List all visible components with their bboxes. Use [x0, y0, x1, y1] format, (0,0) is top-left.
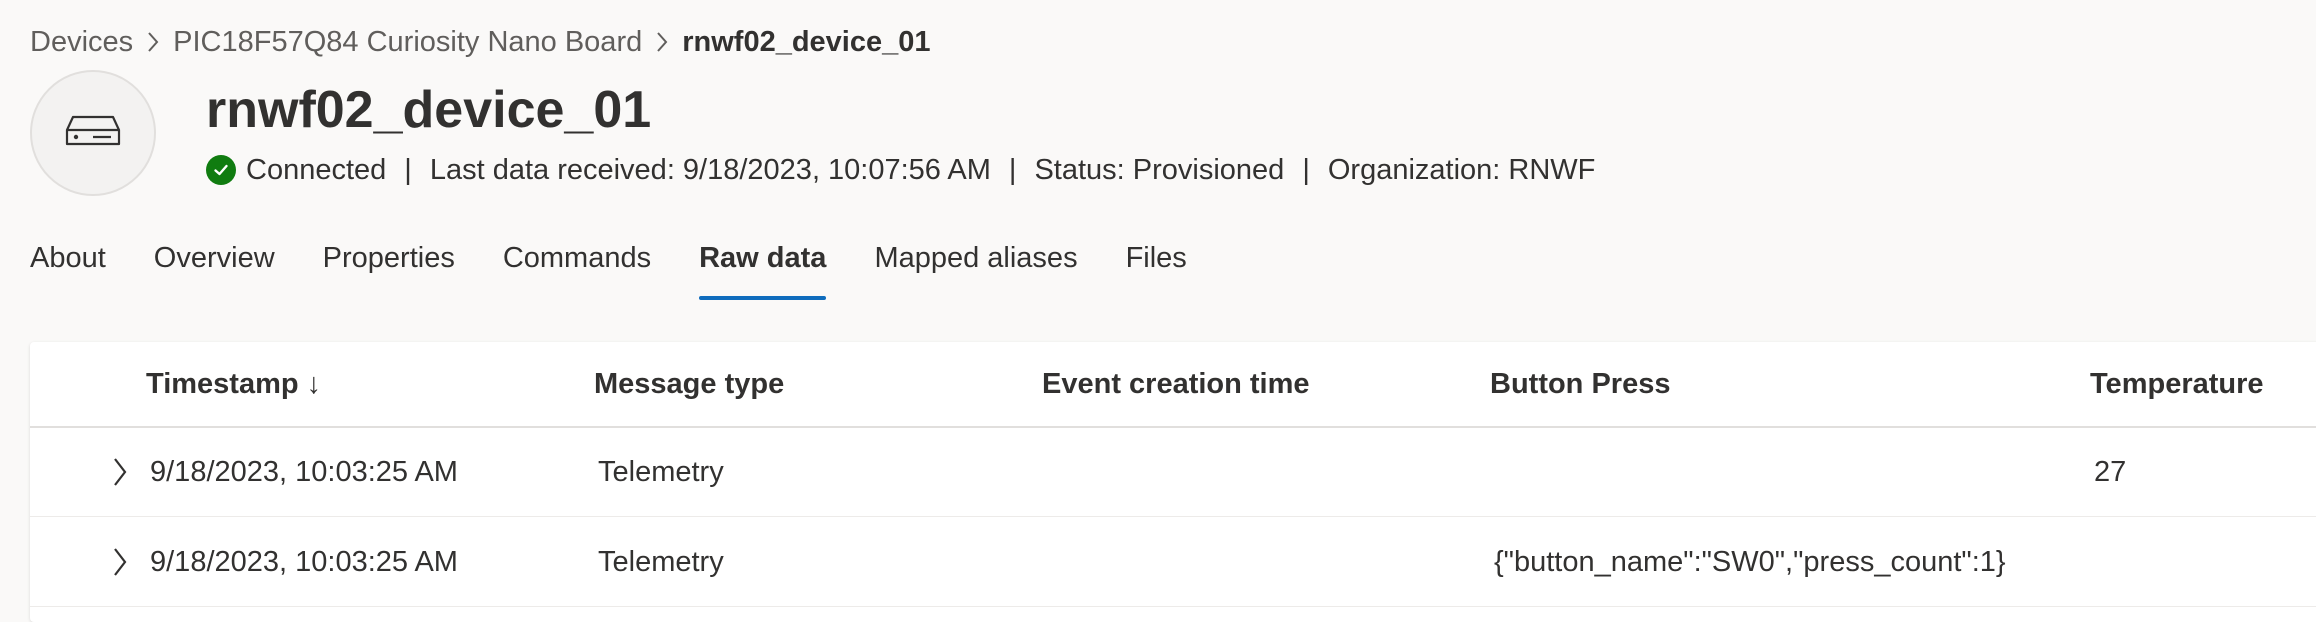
- check-circle-icon: [206, 155, 236, 185]
- tab-mapped-aliases[interactable]: Mapped aliases: [874, 232, 1077, 284]
- cell-button-press: {"button_name":"SW0","press_count":1}: [1494, 546, 2006, 578]
- status-separator: |: [1302, 153, 1310, 186]
- column-header-temperature[interactable]: Temperature: [2090, 342, 2264, 426]
- column-header-event-creation-time[interactable]: Event creation time: [1042, 342, 1310, 426]
- connection-status: Connected: [246, 153, 387, 186]
- table-row[interactable]: 9/18/2023, 10:03:25 AM Telemetry 27: [30, 428, 2316, 517]
- tab-properties[interactable]: Properties: [323, 232, 455, 284]
- status-separator: |: [1008, 153, 1017, 186]
- tab-overview[interactable]: Overview: [154, 232, 275, 284]
- tab-raw-data[interactable]: Raw data: [699, 232, 827, 300]
- cell-message-type: Telemetry: [598, 456, 724, 488]
- breadcrumb-devices[interactable]: Devices: [30, 26, 133, 59]
- device-icon: [65, 114, 121, 153]
- tab-files[interactable]: Files: [1126, 232, 1187, 284]
- provisioning-status: Status: Provisioned: [1034, 153, 1285, 186]
- tab-bar: About Overview Properties Commands Raw d…: [30, 232, 1235, 304]
- device-status-line: Connected | Last data received: 9/18/202…: [206, 150, 1595, 190]
- chevron-right-icon: [642, 31, 682, 53]
- chevron-right-icon[interactable]: [104, 456, 136, 488]
- organization: Organization: RNWF: [1327, 153, 1596, 186]
- status-separator: |: [404, 153, 412, 186]
- cell-message-type: Telemetry: [598, 546, 724, 578]
- cell-timestamp: 9/18/2023, 10:03:25 AM: [150, 546, 458, 578]
- table-header: Timestamp ↓ Message type Event creation …: [30, 342, 2316, 428]
- chevron-right-icon[interactable]: [104, 546, 136, 578]
- avatar: [30, 70, 156, 196]
- column-header-button-press[interactable]: Button Press: [1490, 342, 1670, 426]
- chevron-right-icon: [133, 31, 173, 53]
- tab-about[interactable]: About: [30, 232, 106, 284]
- breadcrumb-current-device: rnwf02_device_01: [682, 25, 931, 58]
- raw-data-table: Timestamp ↓ Message type Event creation …: [30, 342, 2316, 622]
- column-header-message-type[interactable]: Message type: [594, 342, 784, 426]
- breadcrumb: Devices PIC18F57Q84 Curiosity Nano Board…: [30, 22, 931, 62]
- tab-commands[interactable]: Commands: [503, 232, 651, 284]
- column-header-timestamp[interactable]: Timestamp ↓: [146, 342, 321, 426]
- breadcrumb-device-template[interactable]: PIC18F57Q84 Curiosity Nano Board: [173, 26, 642, 59]
- table-row[interactable]: 9/18/2023, 10:03:25 AM Telemetry {"butto…: [30, 518, 2316, 607]
- page-title: rnwf02_device_01: [206, 81, 652, 139]
- cell-timestamp: 9/18/2023, 10:03:25 AM: [150, 456, 458, 488]
- last-data-received: Last data received: 9/18/2023, 10:07:56 …: [429, 153, 991, 186]
- cell-temperature: 27: [2094, 456, 2127, 488]
